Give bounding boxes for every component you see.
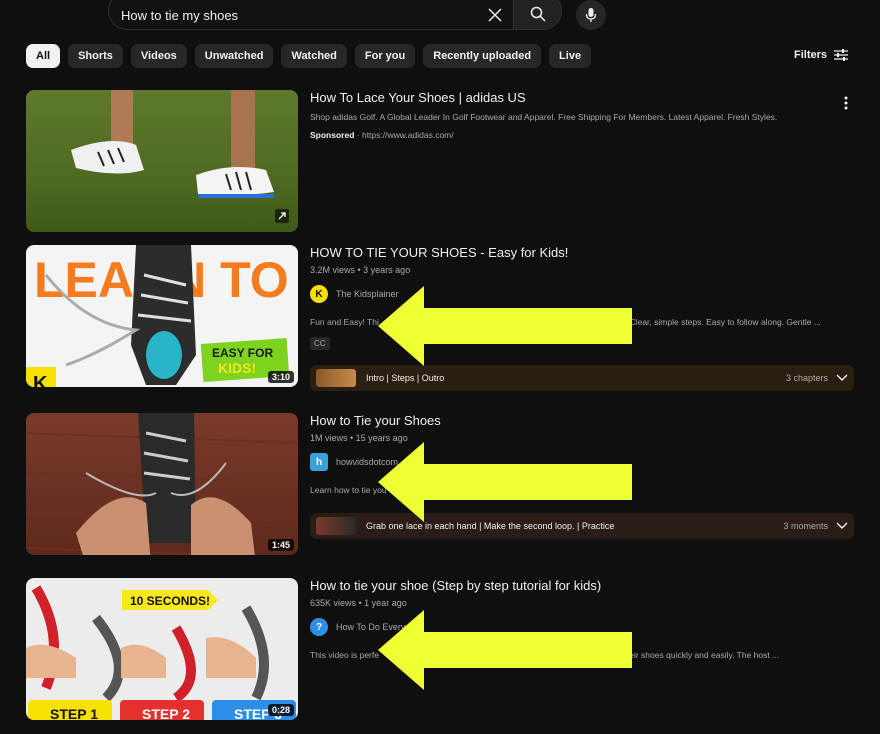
video-title[interactable]: How to Tie your Shoes: [310, 413, 855, 429]
chip-unwatched[interactable]: Unwatched: [194, 44, 274, 68]
clear-icon[interactable]: [487, 7, 503, 23]
annotation-arrow-icon: [378, 610, 632, 690]
chapters-text: Grab one lace in each hand | Make the se…: [366, 521, 615, 531]
chapters-text: Intro | Steps | Outro: [366, 373, 445, 383]
search-icon: [530, 6, 546, 22]
sponsored-line: Sponsored · https://www.adidas.com/: [310, 130, 855, 140]
ad-thumbnail[interactable]: [26, 90, 298, 232]
chip-all[interactable]: All: [26, 44, 61, 68]
video-thumbnail[interactable]: LEARN TO TIE EASY FOR KIDS! K 3:10: [26, 245, 298, 387]
chip-shorts[interactable]: Shorts: [68, 44, 123, 68]
video-meta: 635K views • 1 year ago: [310, 598, 407, 608]
tying-shoe-thumbnail-art: [26, 413, 298, 555]
chip-recently-uploaded[interactable]: Recently uploaded: [423, 44, 542, 68]
video-duration: 1:45: [267, 539, 294, 551]
annotation-arrow-icon: [378, 442, 632, 522]
search-query: How to tie my shoes: [121, 7, 239, 23]
video-title[interactable]: HOW TO TIE YOUR SHOES - Easy for Kids!: [310, 245, 855, 261]
svg-text:KIDS!: KIDS!: [218, 360, 256, 376]
filters-label: Filters: [794, 49, 828, 61]
chapters-count: 3 chapters: [785, 373, 828, 383]
search-input[interactable]: How to tie my shoes: [108, 0, 514, 30]
channel-avatar[interactable]: h: [310, 453, 328, 471]
chevron-down-icon[interactable]: [836, 374, 848, 382]
sliders-icon: [834, 49, 849, 61]
chip-for-you[interactable]: For you: [354, 44, 416, 68]
video-thumbnail[interactable]: 10 SECONDS! STEP 1 STEP 2 STEP 3 0:28: [26, 578, 298, 720]
ad-url[interactable]: · https://www.adidas.com/: [357, 130, 454, 140]
video-duration: 3:10: [267, 371, 294, 383]
video-title[interactable]: How to tie your shoe (Step by step tutor…: [310, 578, 855, 594]
learn-to-tie-thumbnail-art: LEARN TO TIE EASY FOR KIDS! K: [26, 245, 298, 387]
golf-shoes-image: [71, 90, 274, 198]
svg-text:K: K: [33, 373, 48, 387]
filters-button[interactable]: Filters: [794, 48, 849, 62]
chapters-count: 3 moments: [783, 521, 828, 531]
chip-watched[interactable]: Watched: [281, 44, 347, 68]
step-by-step-thumbnail-art: 10 SECONDS! STEP 1 STEP 2 STEP 3: [26, 585, 296, 720]
ad-description: Shop adidas Golf. A Global Leader In Gol…: [310, 112, 778, 122]
sponsored-label: Sponsored: [310, 130, 355, 140]
ad-info: How To Lace Your Shoes | adidas US Shop …: [310, 90, 855, 140]
step-2-label: STEP 2: [142, 706, 190, 720]
video-meta: 3.2M views • 3 years ago: [310, 265, 411, 275]
video-duration: 0:28: [267, 704, 294, 716]
channel-avatar[interactable]: K: [310, 285, 328, 303]
search-button[interactable]: [514, 0, 562, 30]
chapter-thumbnail: [316, 369, 356, 387]
description-left: This video is perfe: [310, 650, 379, 660]
voice-search-button[interactable]: [576, 0, 606, 30]
thumb-badge-text: EASY FOR: [212, 346, 273, 360]
ad-result[interactable]: How To Lace Your Shoes | adidas US Shop …: [26, 90, 856, 232]
chapter-thumbnail: [316, 517, 356, 535]
chip-videos[interactable]: Videos: [130, 44, 187, 68]
chip-live[interactable]: Live: [549, 44, 592, 68]
channel-avatar[interactable]: ?: [310, 618, 328, 636]
search-bar: How to tie my shoes: [108, 0, 606, 30]
external-link-icon[interactable]: [274, 208, 290, 224]
cc-badge: CC: [310, 337, 330, 350]
mic-icon: [585, 8, 597, 22]
step-1-label: STEP 1: [50, 706, 98, 720]
filter-chips: All Shorts Videos Unwatched Watched For …: [26, 44, 592, 68]
video-thumbnail[interactable]: 1:45: [26, 413, 298, 555]
more-options-icon[interactable]: [844, 96, 848, 110]
description-left: Fun and Easy! Thi: [310, 317, 379, 327]
ad-title[interactable]: How To Lace Your Shoes | adidas US: [310, 90, 855, 106]
chapters-bar[interactable]: Intro | Steps | Outro 3 chapters: [310, 365, 854, 391]
thumb-banner-text: 10 SECONDS!: [130, 594, 210, 608]
description-right: Clear, simple steps. Easy to follow alon…: [629, 317, 821, 327]
chevron-down-icon[interactable]: [836, 522, 848, 530]
annotation-arrow-icon: [378, 286, 632, 366]
